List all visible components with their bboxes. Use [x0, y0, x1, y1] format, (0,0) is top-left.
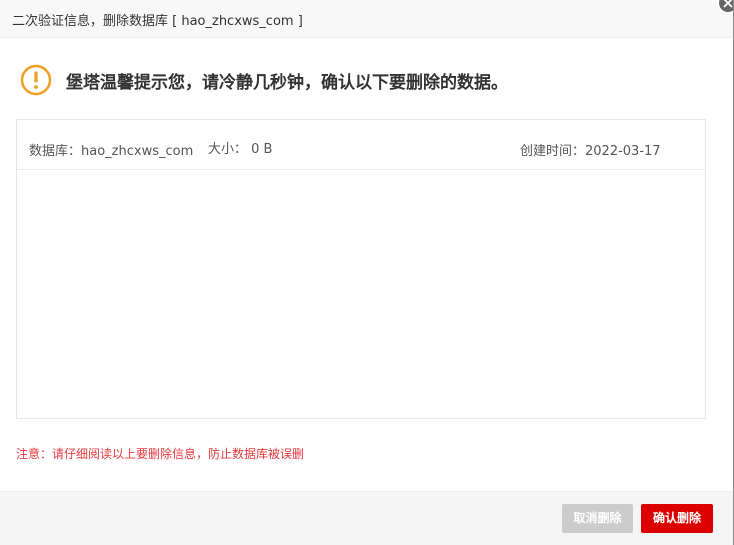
dialog-footer: 取消删除 确认删除: [0, 491, 734, 545]
dialog-title: 二次验证信息，删除数据库 [ hao_zhcxws_com ]: [12, 14, 303, 29]
cancel-delete-button[interactable]: 取消删除: [562, 504, 633, 533]
exclamation-circle-icon: [20, 64, 52, 96]
warning-message: 堡塔温馨提示您，请冷静几秒钟，确认以下要删除的数据。: [66, 73, 508, 93]
close-icon: [723, 0, 733, 8]
database-name: 数据库：hao_zhcxws_com: [29, 144, 194, 159]
database-size: 大小： 0 B: [208, 142, 273, 157]
database-info-row: 数据库：hao_zhcxws_com 大小： 0 B 创建时间：2022-03-…: [17, 120, 705, 170]
delete-database-dialog: 二次验证信息，删除数据库 [ hao_zhcxws_com ] 堡塔温馨提示您，…: [0, 0, 734, 545]
database-info-panel: 数据库：hao_zhcxws_com 大小： 0 B 创建时间：2022-03-…: [16, 119, 706, 419]
database-created-time: 创建时间：2022-03-17: [520, 144, 661, 159]
dialog-title-bar: 二次验证信息，删除数据库 [ hao_zhcxws_com ]: [0, 0, 734, 38]
deletion-notice: 注意：请仔细阅读以上要删除信息，防止数据库被误删: [16, 447, 305, 461]
confirm-delete-button[interactable]: 确认删除: [641, 504, 713, 533]
